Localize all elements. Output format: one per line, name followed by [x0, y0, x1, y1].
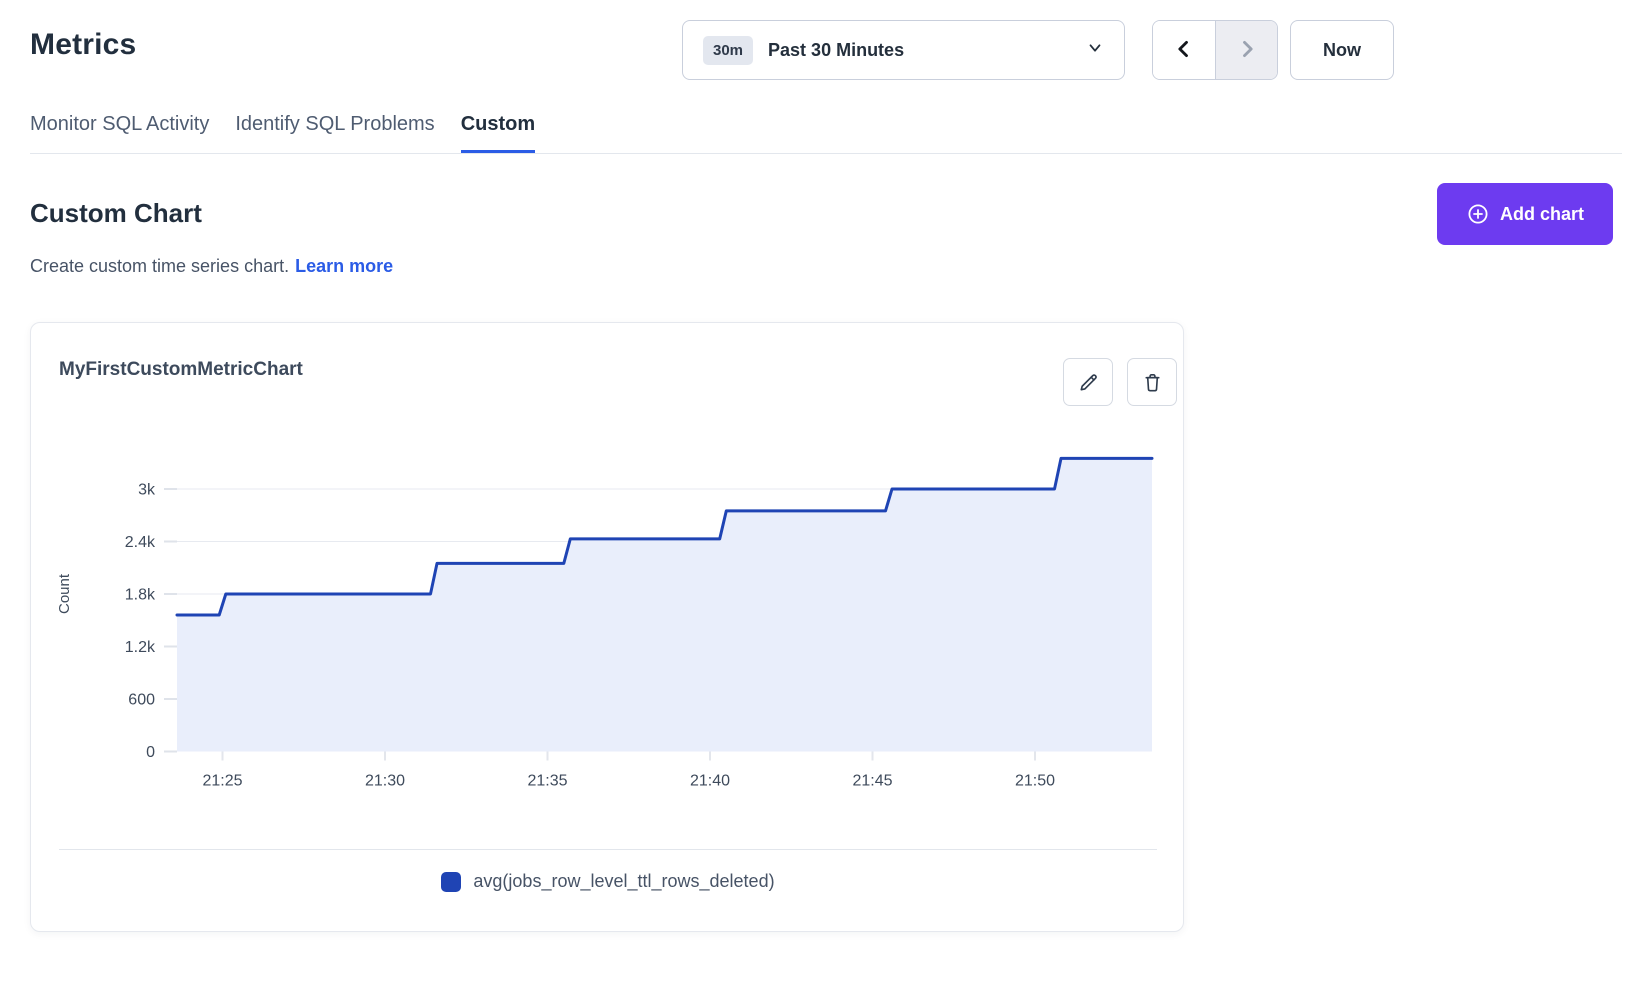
tab-bar: Monitor SQL Activity Identify SQL Proble…: [30, 112, 535, 154]
legend-item-label[interactable]: avg(jobs_row_level_ttl_rows_deleted): [473, 871, 774, 892]
time-series-chart: 0 600 1.2k 1.8k 2.4k 3k 21:25 21:30 21:35 21:40 21…: [31, 423, 1185, 813]
next-range-button[interactable]: [1215, 21, 1277, 79]
svg-text:Count: Count: [56, 573, 73, 614]
previous-range-button[interactable]: [1153, 21, 1215, 79]
tab-identify-sql-problems[interactable]: Identify SQL Problems: [235, 112, 434, 154]
tabs-divider: [30, 153, 1622, 154]
section-description-text: Create custom time series chart.: [30, 256, 289, 276]
svg-text:1.8k: 1.8k: [125, 587, 156, 604]
time-shift-button-group: [1152, 20, 1278, 80]
legend: avg(jobs_row_level_ttl_rows_deleted): [31, 871, 1185, 892]
trash-icon: [1141, 371, 1164, 394]
card-divider: [59, 849, 1157, 850]
add-chart-label: Add chart: [1500, 204, 1584, 225]
time-range-badge: 30m: [703, 36, 753, 65]
chevron-right-icon: [1237, 38, 1257, 63]
svg-text:0: 0: [146, 744, 155, 761]
add-chart-button[interactable]: Add chart: [1437, 183, 1613, 245]
custom-chart-card: MyFirstCustomMetricChart 0 600 1.2k 1.8k 2.4…: [30, 322, 1184, 932]
chevron-left-icon: [1174, 38, 1194, 63]
svg-text:1.2k: 1.2k: [125, 639, 156, 656]
chart-title: MyFirstCustomMetricChart: [59, 359, 303, 381]
svg-text:2.4k: 2.4k: [125, 534, 156, 551]
svg-text:21:50: 21:50: [1015, 773, 1055, 790]
pencil-icon: [1077, 371, 1100, 394]
svg-text:21:25: 21:25: [202, 773, 242, 790]
svg-text:3k: 3k: [138, 482, 156, 499]
svg-text:21:40: 21:40: [690, 773, 730, 790]
svg-text:21:45: 21:45: [852, 773, 892, 790]
legend-swatch[interactable]: [441, 872, 461, 892]
learn-more-link[interactable]: Learn more: [295, 256, 393, 276]
plus-circle-icon: [1466, 202, 1490, 226]
page-title: Metrics: [30, 28, 136, 62]
chevron-down-icon: [1086, 39, 1104, 62]
edit-chart-button[interactable]: [1063, 358, 1113, 406]
now-button[interactable]: Now: [1290, 20, 1394, 80]
time-range-selector[interactable]: 30m Past 30 Minutes: [682, 20, 1125, 80]
svg-text:21:30: 21:30: [365, 773, 405, 790]
tab-custom[interactable]: Custom: [461, 112, 535, 154]
svg-text:600: 600: [128, 692, 155, 709]
section-description: Create custom time series chart. Learn mo…: [30, 256, 393, 277]
trash-icon-button[interactable]: [1127, 358, 1177, 406]
tab-monitor-sql-activity[interactable]: Monitor SQL Activity: [30, 112, 209, 154]
time-range-label: Past 30 Minutes: [768, 40, 1086, 61]
section-heading: Custom Chart: [30, 198, 202, 229]
svg-text:21:35: 21:35: [527, 773, 567, 790]
